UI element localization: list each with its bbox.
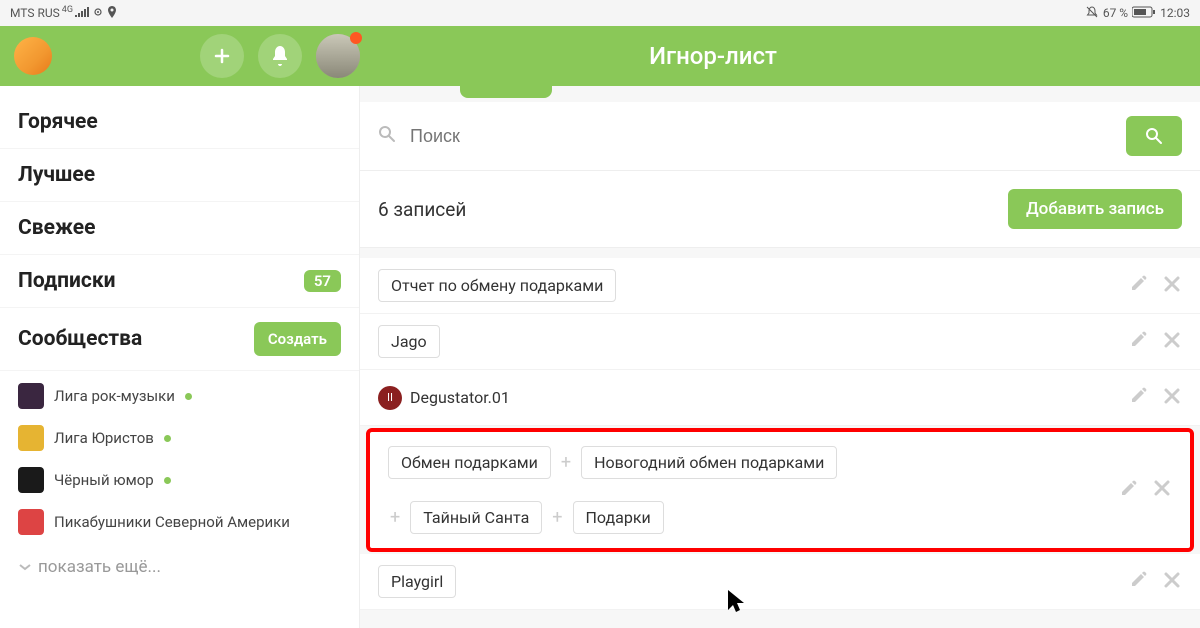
battery-icon [1132, 6, 1156, 21]
subs-count-badge: 57 [304, 270, 341, 292]
entry-row: Обмен подарками + Новогодний обмен подарка… [366, 428, 1194, 552]
nav-subscriptions[interactable]: Подписки 57 [0, 255, 359, 308]
community-thumb [18, 467, 44, 493]
entry-tag[interactable]: Отчет по обмену подарками [378, 269, 616, 302]
entry-user[interactable]: II Degustator.01 [378, 382, 510, 414]
plus-connector-icon[interactable]: + [559, 452, 573, 473]
online-dot-icon [164, 435, 171, 442]
plus-connector-icon[interactable]: + [388, 507, 402, 528]
chevron-down-icon [18, 557, 32, 577]
entry-row: II Degustator.01 [360, 370, 1200, 426]
battery-pct: 67 % [1103, 6, 1128, 20]
search-row [360, 102, 1200, 171]
edit-icon[interactable] [1130, 570, 1148, 593]
count-row: 6 записей Добавить запись [360, 171, 1200, 248]
status-bar: MTS RUS 4G 67 % 12:03 [0, 0, 1200, 26]
carrier-label: MTS RUS [10, 6, 60, 20]
nav-hot-label: Горячее [18, 110, 98, 134]
main-content: 6 записей Добавить запись Отчет по обмен… [360, 86, 1200, 628]
create-community-button[interactable]: Создать [254, 322, 341, 356]
nav-communities-label: Сообщества [18, 327, 142, 351]
entry-row: Отчет по обмену подарками [360, 258, 1200, 314]
nav-fresh[interactable]: Свежее [0, 202, 359, 255]
entries-list: Отчет по обмену подарками Jago II Degustato… [360, 258, 1200, 610]
community-item[interactable]: Пикабушники Северной Америки [0, 501, 359, 543]
entry-tag[interactable]: Подарки [573, 501, 664, 534]
entry-tag[interactable]: Обмен подарками [388, 446, 551, 479]
user-avatar-icon: II [378, 386, 402, 410]
nav-communities[interactable]: Сообщества Создать [0, 308, 359, 371]
profile-avatar[interactable] [316, 34, 360, 78]
entry-tag[interactable]: Новогодний обмен подарками [581, 446, 837, 479]
entry-count: 6 записей [378, 198, 466, 221]
community-name: Лига Юристов [54, 429, 154, 447]
network-type: 4G [62, 5, 73, 15]
nav-fresh-label: Свежее [18, 216, 95, 240]
community-name: Пикабушники Северной Америки [54, 513, 290, 531]
nav-best-label: Лучшее [18, 163, 95, 187]
delete-icon[interactable] [1152, 476, 1172, 504]
entry-user-name: Degustator.01 [410, 388, 510, 407]
online-dot-icon [185, 393, 192, 400]
location-icon [107, 6, 117, 21]
notifications-button[interactable] [258, 34, 302, 78]
edit-icon[interactable] [1130, 330, 1148, 353]
page-title: Игнор-лист [360, 42, 1066, 70]
delete-icon[interactable] [1162, 384, 1182, 412]
community-list: Лига рок-музыки Лига Юристов Чёрный юмор Пи… [0, 371, 359, 547]
entry-tag[interactable]: Тайный Санта [410, 501, 542, 534]
delete-icon[interactable] [1162, 568, 1182, 596]
online-dot-icon [164, 477, 171, 484]
entry-tag[interactable]: Jago [378, 325, 440, 358]
community-name: Лига рок-музыки [54, 387, 175, 405]
app-header: Игнор-лист [0, 26, 1200, 86]
wifi-dot-icon [93, 6, 103, 20]
search-icon [378, 125, 396, 148]
delete-icon[interactable] [1162, 272, 1182, 300]
entry-tag[interactable]: Playgirl [378, 565, 456, 598]
community-item[interactable]: Лига Юристов [0, 417, 359, 459]
edit-icon[interactable] [1120, 479, 1138, 502]
add-post-button[interactable] [200, 34, 244, 78]
add-entry-button[interactable]: Добавить запись [1008, 189, 1182, 229]
nav-hot[interactable]: Горячее [0, 96, 359, 149]
community-thumb [18, 383, 44, 409]
community-item[interactable]: Лига рок-музыки [0, 375, 359, 417]
delete-icon[interactable] [1162, 328, 1182, 356]
community-name: Чёрный юмор [54, 471, 154, 489]
mute-icon [1085, 5, 1099, 22]
show-more-label: показать ещё... [38, 557, 161, 577]
nav-best[interactable]: Лучшее [0, 149, 359, 202]
entry-row: Playgirl [360, 554, 1200, 610]
edit-icon[interactable] [1130, 274, 1148, 297]
active-tab-indicator [460, 86, 552, 98]
community-thumb [18, 509, 44, 535]
search-input[interactable] [410, 126, 1112, 147]
nav-subs-label: Подписки [18, 269, 116, 293]
signal-icon [75, 6, 89, 20]
search-button[interactable] [1126, 116, 1182, 156]
community-thumb [18, 425, 44, 451]
clock: 12:03 [1160, 6, 1190, 20]
app-logo[interactable] [14, 37, 52, 75]
entry-row: Jago [360, 314, 1200, 370]
edit-icon[interactable] [1130, 386, 1148, 409]
community-item[interactable]: Чёрный юмор [0, 459, 359, 501]
show-more-button[interactable]: показать ещё... [0, 547, 359, 587]
plus-connector-icon[interactable]: + [550, 507, 564, 528]
sidebar: Горячее Лучшее Свежее Подписки 57 Сообще… [0, 86, 360, 628]
